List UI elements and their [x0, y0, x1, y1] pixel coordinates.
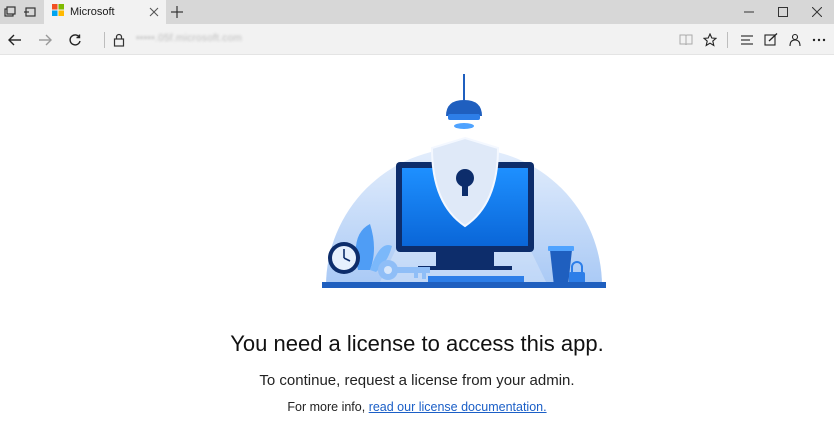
close-icon — [812, 7, 822, 17]
desk — [322, 282, 606, 288]
favorite-button[interactable] — [699, 29, 721, 51]
minimize-icon — [744, 11, 754, 13]
tab-title: Microsoft — [70, 6, 115, 18]
tab-actions-icon[interactable] — [0, 0, 20, 24]
page-title: You need a license to access this app. — [230, 331, 604, 356]
reading-view-button[interactable] — [675, 29, 697, 51]
pen-icon — [764, 33, 778, 46]
tab-microsoft[interactable]: Microsoft — [44, 0, 166, 24]
info-prefix: For more info, — [287, 400, 369, 414]
maximize-button[interactable] — [766, 0, 800, 24]
share-button[interactable] — [784, 29, 806, 51]
back-arrow-icon — [8, 34, 21, 46]
refresh-icon — [69, 34, 81, 46]
instruction-text: To continue, request a license from your… — [259, 372, 575, 389]
hub-button[interactable] — [736, 29, 758, 51]
license-documentation-link[interactable]: read our license documentation. — [369, 400, 547, 414]
maximize-icon — [778, 7, 788, 17]
book-icon — [679, 34, 693, 46]
back-button[interactable] — [4, 29, 26, 51]
refresh-button[interactable] — [64, 29, 86, 51]
more-button[interactable] — [808, 29, 830, 51]
address-bar: •••••.05f.microsoft.com — [0, 24, 834, 55]
microsoft-logo-icon — [52, 3, 64, 21]
web-note-button[interactable] — [760, 29, 782, 51]
info-line: For more info, read our license document… — [0, 400, 834, 414]
forward-arrow-icon — [39, 34, 52, 46]
close-icon[interactable] — [148, 6, 160, 18]
tab-preview-icon[interactable] — [20, 0, 40, 24]
lock-icon[interactable] — [108, 29, 130, 51]
url-field[interactable]: •••••.05f.microsoft.com — [136, 33, 242, 44]
license-illustration — [322, 74, 606, 288]
share-icon — [789, 33, 801, 47]
window-controls — [732, 0, 834, 24]
hub-icon — [741, 35, 753, 45]
lamp-icon — [446, 100, 482, 116]
toolbar-separator — [727, 32, 728, 48]
close-window-button[interactable] — [800, 0, 834, 24]
forward-button[interactable] — [34, 29, 56, 51]
new-tab-button[interactable] — [168, 3, 186, 21]
keyboard-icon — [428, 276, 524, 282]
nav-separator — [104, 32, 105, 48]
minimize-button[interactable] — [732, 0, 766, 24]
ellipsis-icon — [812, 38, 826, 42]
plus-icon — [171, 6, 183, 18]
star-icon — [703, 33, 717, 47]
